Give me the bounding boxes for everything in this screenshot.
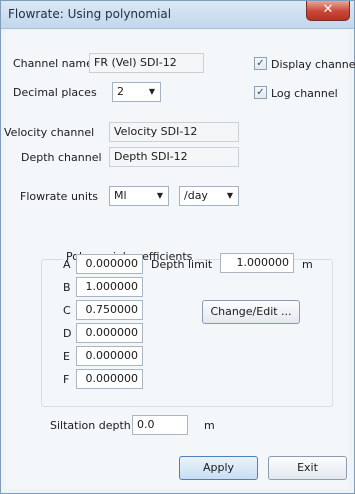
log-channel-checkbox[interactable]: ✓ xyxy=(254,86,267,99)
velocity-channel-label: Velocity channel xyxy=(4,126,95,139)
channel-name-label: Channel name xyxy=(13,57,93,70)
apply-button[interactable]: Apply xyxy=(179,456,258,480)
decimal-places-select[interactable]: 2 ▼ xyxy=(112,82,161,102)
coef-field-b[interactable]: 1.000000 xyxy=(76,277,143,297)
display-channel-label: Display channel xyxy=(271,58,355,71)
coef-field-e[interactable]: 0.000000 xyxy=(76,346,143,366)
flowrate-period-select[interactable]: /day ▼ xyxy=(179,186,239,206)
siltation-depth-field[interactable]: 0.0 xyxy=(132,415,188,435)
coef-label-d: D xyxy=(63,327,72,340)
flowrate-period-value: /day xyxy=(184,189,208,202)
change-edit-button[interactable]: Change/Edit ... xyxy=(202,300,300,324)
coef-label-b: B xyxy=(63,281,71,294)
display-channel-checkbox[interactable]: ✓ xyxy=(254,57,267,70)
depth-limit-field[interactable]: 1.000000 xyxy=(220,253,294,273)
log-channel-label: Log channel xyxy=(271,87,338,100)
close-button[interactable]: ✕ xyxy=(306,1,350,21)
coef-field-f[interactable]: 0.000000 xyxy=(76,369,143,389)
chevron-down-icon: ▼ xyxy=(148,87,155,96)
depth-limit-label: Depth limit xyxy=(151,258,213,271)
coef-label-a: A xyxy=(63,258,71,271)
exit-button[interactable]: Exit xyxy=(268,456,347,480)
depth-channel-label: Depth channel xyxy=(21,151,102,164)
chevron-down-icon: ▼ xyxy=(226,191,233,200)
coef-label-f: F xyxy=(63,373,70,386)
coef-field-d[interactable]: 0.000000 xyxy=(76,323,143,343)
coef-field-a[interactable]: 0.000000 xyxy=(76,254,143,274)
flowrate-dialog: Flowrate: Using polynomial ✕ Channel nam… xyxy=(0,0,355,494)
window-title: Flowrate: Using polynomial xyxy=(8,7,172,21)
depth-channel-field[interactable]: Depth SDI-12 xyxy=(109,147,239,167)
coef-label-e: E xyxy=(63,350,70,363)
siltation-depth-unit: m xyxy=(204,419,215,432)
flowrate-unit-select[interactable]: Ml ▼ xyxy=(109,186,169,206)
flowrate-units-label: Flowrate units xyxy=(20,190,98,203)
decimal-places-label: Decimal places xyxy=(13,86,97,99)
depth-limit-unit: m xyxy=(302,258,313,271)
flowrate-unit-value: Ml xyxy=(114,189,127,202)
chevron-down-icon: ▼ xyxy=(156,191,163,200)
title-bar: Flowrate: Using polynomial ✕ xyxy=(1,1,354,29)
channel-name-field[interactable]: FR (Vel) SDI-12 xyxy=(89,53,204,73)
coef-field-c[interactable]: 0.750000 xyxy=(76,300,143,320)
decimal-places-value: 2 xyxy=(117,85,124,98)
siltation-depth-label: Siltation depth xyxy=(50,419,131,432)
coef-label-c: C xyxy=(63,304,71,317)
dialog-body: Channel name FR (Vel) SDI-12 Decimal pla… xyxy=(4,31,355,489)
velocity-channel-field[interactable]: Velocity SDI-12 xyxy=(109,122,239,142)
